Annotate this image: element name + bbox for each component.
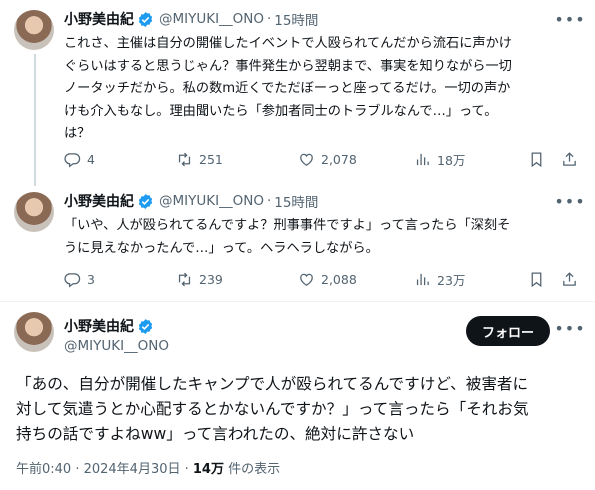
share-icon	[563, 151, 576, 166]
tweet-text-line: は？	[64, 126, 91, 141]
repost-button[interactable]: 239	[176, 271, 223, 288]
more-icon[interactable]: •••	[554, 9, 584, 29]
tweet-text-line: けも介入もなし。理由聞いたら「参加者同士のトラブルなんで…」って。	[64, 103, 498, 119]
verified-badge-icon	[138, 193, 153, 209]
tweet-header: 小野美由紀 @MIYUKI__ONO · 15時間	[64, 9, 318, 29]
author-name[interactable]: 小野美由紀	[64, 316, 134, 336]
thread-tweet[interactable]: 小野美由紀 @MIYUKI__ONO · 15時間 ••• これさ、主催は自分の…	[0, 0, 595, 186]
author-handle[interactable]: @MIYUKI__ONO	[64, 338, 169, 354]
tweet-meta: 午前0:40 · 2024年4月30日 · 14万 件の表示	[16, 458, 280, 477]
more-icon[interactable]: •••	[554, 318, 584, 338]
separator-dot: ·	[266, 11, 272, 27]
action-bar: 3 239 2,088 23万	[64, 268, 584, 290]
reply-button[interactable]: 3	[64, 271, 95, 288]
tweet-text: これさ、主催は自分の開催したイベントで人殴られてんだから流石に声かけ ぐらいはす…	[64, 33, 564, 146]
tweet-text-line: 対して気遣うとか心配するとかないんですか？」って言ったら「それお気	[16, 400, 529, 418]
verified-badge-icon	[138, 11, 153, 27]
bookmark-icon	[531, 151, 542, 167]
reply-count: 4	[87, 151, 95, 167]
main-author-block: 小野美由紀 @MIYUKI__ONO	[64, 316, 169, 354]
share-icon	[563, 271, 576, 286]
like-icon	[300, 153, 313, 166]
views-count: 23万	[437, 272, 466, 288]
main-tweet-text: 「あの、自分が開催したキャンプで人が殴られてるんですけど、被害者に 対して気遣う…	[16, 372, 581, 447]
avatar[interactable]	[14, 312, 54, 352]
tweet-timestamp[interactable]: 午前0:40 · 2024年4月30日 ·	[16, 462, 193, 477]
author-handle[interactable]: @MIYUKI__ONO	[159, 11, 264, 27]
tweet-text-line: うに見えなかったんで…」って。ヘラヘラしながら。	[64, 240, 379, 256]
author-handle[interactable]: @MIYUKI__ONO	[159, 193, 264, 209]
tweet-divider	[0, 301, 595, 302]
author-name[interactable]: 小野美由紀	[64, 9, 134, 29]
reply-button[interactable]: 4	[64, 151, 95, 168]
tweet-text-line: 「あの、自分が開催したキャンプで人が殴られてるんですけど、被害者に	[16, 375, 529, 393]
like-count: 2,088	[321, 271, 357, 287]
bookmark-button[interactable]	[528, 151, 551, 168]
tweet-text-line: 「いや、人が殴られてるんですよ？刑事事件ですよ」って言ったら「深刻そ	[64, 218, 511, 233]
tweet-text: 「いや、人が殴られてるんですよ？刑事事件ですよ」って言ったら「深刻そ うに見えな…	[64, 215, 564, 260]
tweet-text-line: これさ、主催は自分の開催したイベントで人殴られてんだから流石に声かけ	[64, 36, 512, 51]
views-icon	[416, 273, 429, 285]
like-button[interactable]: 2,078	[298, 151, 357, 168]
tweet-text-line: ぐらいはすると思うじゃん？事件発生から翌朝まで、事実を知りながら一切	[64, 58, 512, 74]
reply-icon	[64, 152, 81, 167]
like-button[interactable]: 2,088	[298, 271, 357, 288]
more-icon[interactable]: •••	[554, 191, 584, 211]
avatar[interactable]	[14, 192, 54, 232]
repost-count: 239	[199, 271, 223, 287]
views-icon	[416, 153, 429, 165]
repost-count: 251	[199, 151, 223, 167]
like-count: 2,078	[321, 151, 357, 167]
bookmark-button[interactable]	[528, 271, 551, 288]
like-icon	[300, 273, 313, 286]
thread-tweet[interactable]: 小野美由紀 @MIYUKI__ONO · 15時間 ••• 「いや、人が殴られて…	[0, 186, 595, 298]
share-button[interactable]	[561, 151, 584, 168]
author-name[interactable]: 小野美由紀	[64, 191, 134, 211]
share-button[interactable]	[561, 271, 584, 288]
tweet-text-line: ノータッチだから。私の数m近くでただぼーっと座ってるだけ。一切の声か	[64, 81, 511, 96]
reply-icon	[64, 272, 81, 287]
views-button[interactable]: 23万	[414, 270, 465, 289]
avatar[interactable]	[14, 10, 54, 50]
separator-dot: ·	[266, 193, 272, 209]
tweet-time[interactable]: 15時間	[274, 191, 318, 211]
repost-icon	[178, 152, 191, 166]
tweet-header: 小野美由紀 @MIYUKI__ONO · 15時間	[64, 191, 318, 211]
reply-count: 3	[87, 271, 95, 287]
tweet-time[interactable]: 15時間	[274, 9, 318, 29]
repost-button[interactable]: 251	[176, 151, 223, 168]
bookmark-icon	[531, 271, 542, 287]
views-button[interactable]: 18万	[414, 150, 465, 169]
repost-icon	[178, 272, 191, 286]
verified-badge-icon	[138, 318, 153, 334]
views-count: 18万	[437, 152, 466, 168]
views-count: 14万	[192, 462, 224, 477]
thread-connector-line	[34, 54, 36, 186]
action-bar: 4 251 2,078 18万	[64, 148, 584, 170]
tweet-text-line: 持ちの話ですよねww」って言われたの、絶対に許さない	[16, 425, 415, 443]
follow-button[interactable]: フォロー	[466, 316, 550, 346]
views-label: 件の表示	[223, 462, 281, 477]
